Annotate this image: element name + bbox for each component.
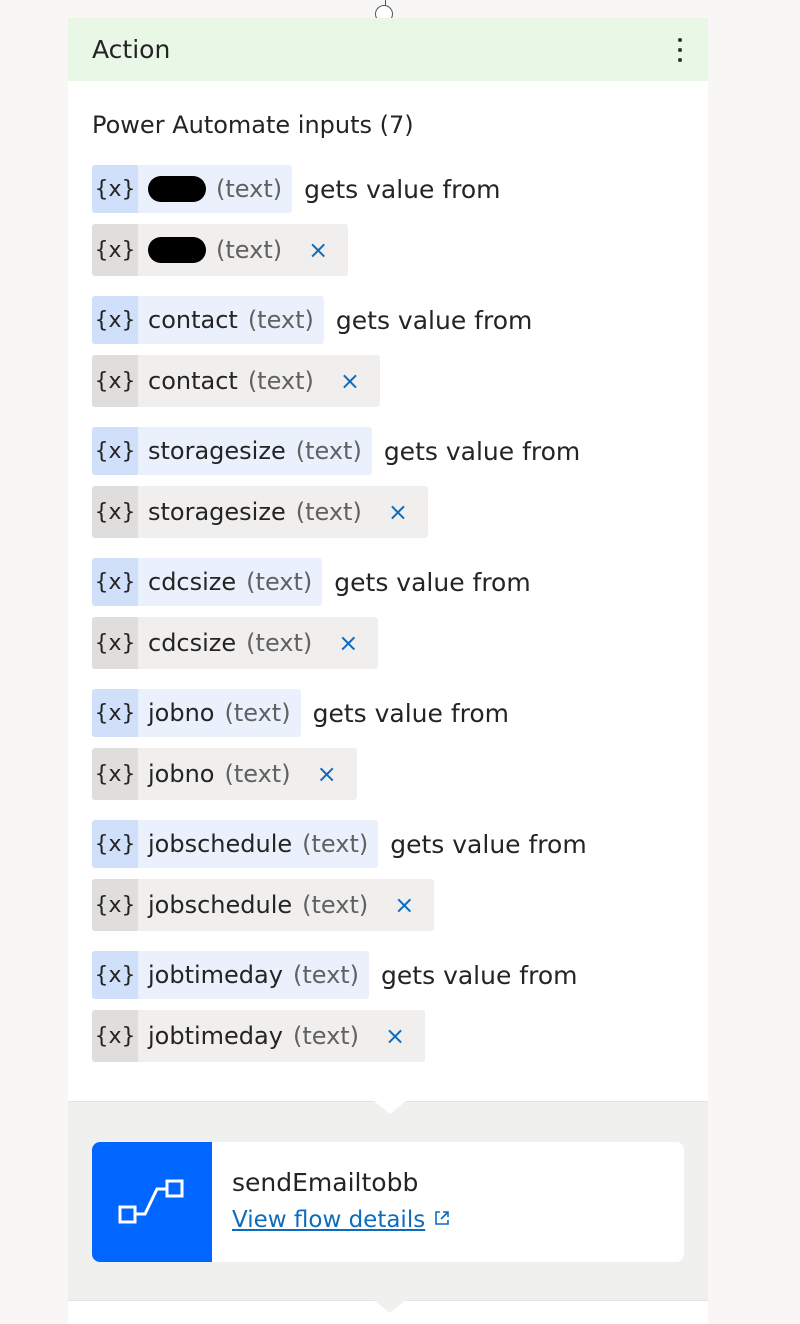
input-variable-chip: {x} cdcsize (text) xyxy=(92,558,323,606)
close-icon[interactable]: × xyxy=(317,762,337,786)
card-title: Action xyxy=(92,35,171,64)
gets-value-label: gets value from xyxy=(383,436,581,466)
variable-icon: {x} xyxy=(92,820,138,868)
source-variable-chip[interactable]: {x} contact (text) × xyxy=(92,355,381,407)
variable-name: jobtimeday xyxy=(148,961,283,989)
variable-icon: {x} xyxy=(92,296,138,344)
variable-type: (text) xyxy=(295,437,362,465)
gets-value-label: gets value from xyxy=(335,305,533,335)
variable-name: jobtimeday xyxy=(148,1022,283,1050)
variable-type: (text) xyxy=(247,306,314,334)
gets-value-label: gets value from xyxy=(390,829,587,859)
flow-card[interactable]: sendEmailtobb View flow details xyxy=(92,1142,684,1262)
variable-name: cdcsize xyxy=(148,629,237,657)
input-mapping: {x} storagesize (text) gets value from {… xyxy=(92,427,587,558)
variable-name: contact xyxy=(148,367,238,395)
variable-name: jobno xyxy=(148,760,215,788)
gets-value-label: gets value from xyxy=(381,960,578,990)
close-icon[interactable]: × xyxy=(308,238,328,262)
variable-type: (text) xyxy=(216,236,283,264)
input-variable-chip: {x} storagesize (text) xyxy=(92,427,372,475)
variable-icon: {x} xyxy=(92,689,138,737)
external-link-icon xyxy=(433,1207,451,1233)
variable-type: (text) xyxy=(247,367,314,395)
redacted-name xyxy=(148,237,206,263)
card-header: Action xyxy=(68,18,708,81)
gets-value-label: gets value from xyxy=(312,698,510,728)
source-variable-chip[interactable]: {x} cdcsize (text) × xyxy=(92,617,379,669)
variable-type: (text) xyxy=(292,1022,360,1050)
input-mapping: {x} cdcsize (text) gets value from {x} c… xyxy=(92,558,587,689)
close-icon[interactable]: × xyxy=(388,500,408,524)
variable-name: contact xyxy=(148,306,238,334)
variable-type: (text) xyxy=(302,830,369,858)
variable-name: jobno xyxy=(148,699,215,727)
more-vertical-icon[interactable] xyxy=(670,38,690,62)
variable-icon: {x} xyxy=(92,748,138,800)
input-variable-chip: {x} jobno (text) xyxy=(92,689,301,737)
variable-type: (text) xyxy=(295,498,362,526)
variable-type: (text) xyxy=(302,891,369,919)
input-variable-chip: {x} jobtimeday (text) xyxy=(92,951,370,999)
source-variable-chip[interactable]: {x} (text) × xyxy=(92,224,349,276)
variable-name: storagesize xyxy=(148,498,286,526)
variable-icon: {x} xyxy=(92,617,138,669)
action-card: Action Power Automate inputs (7) {x} (te… xyxy=(68,18,708,1324)
variable-icon: {x} xyxy=(92,951,138,999)
input-mapping: {x} contact (text) gets value from {x} c… xyxy=(92,296,587,427)
variable-type: (text) xyxy=(216,175,283,203)
input-mapping: {x} jobschedule (text) gets value from {… xyxy=(92,820,587,951)
input-mapping: {x} (text) gets value from {x} (text) × xyxy=(92,165,587,296)
variable-type: (text) xyxy=(224,760,291,788)
flow-name: sendEmailtobb xyxy=(232,1168,419,1197)
variable-type: (text) xyxy=(246,629,313,657)
close-icon[interactable]: × xyxy=(338,631,358,655)
notch-arrow xyxy=(374,1300,406,1313)
variable-icon: {x} xyxy=(92,427,138,475)
flow-icon xyxy=(92,1142,212,1262)
variable-name: jobschedule xyxy=(148,891,293,919)
view-flow-details-label: View flow details xyxy=(232,1207,426,1233)
input-variable-chip: {x} (text) xyxy=(92,165,293,213)
variable-icon: {x} xyxy=(92,1010,138,1062)
variable-icon: {x} xyxy=(92,879,138,931)
variable-name: jobschedule xyxy=(148,830,293,858)
variable-type: (text) xyxy=(292,961,360,989)
input-mapping: {x} jobno (text) gets value from {x} job… xyxy=(92,689,587,820)
flow-section: sendEmailtobb View flow details xyxy=(68,1101,708,1301)
input-mapping: {x} jobtimeday (text) gets value from {x… xyxy=(92,951,587,1082)
variable-icon: {x} xyxy=(92,224,138,276)
close-icon[interactable]: × xyxy=(385,1024,405,1048)
variable-name: storagesize xyxy=(148,437,286,465)
variable-type: (text) xyxy=(224,699,291,727)
notch-arrow xyxy=(374,1101,406,1114)
input-variable-chip: {x} contact (text) xyxy=(92,296,324,344)
variable-icon: {x} xyxy=(92,165,138,213)
input-variable-chip: {x} jobschedule (text) xyxy=(92,820,379,868)
input-mapping-list: {x} (text) gets value from {x} (text) × xyxy=(92,165,587,1082)
source-variable-chip[interactable]: {x} jobtimeday (text) × xyxy=(92,1010,426,1062)
source-variable-chip[interactable]: {x} jobschedule (text) × xyxy=(92,879,435,931)
variable-icon: {x} xyxy=(92,486,138,538)
source-variable-chip[interactable]: {x} storagesize (text) × xyxy=(92,486,428,538)
variable-type: (text) xyxy=(246,568,313,596)
variable-icon: {x} xyxy=(92,558,138,606)
gets-value-label: gets value from xyxy=(334,567,531,597)
source-variable-chip[interactable]: {x} jobno (text) × xyxy=(92,748,357,800)
view-flow-details-link[interactable]: View flow details xyxy=(232,1207,451,1233)
inputs-title: Power Automate inputs (7) xyxy=(92,111,414,139)
variable-icon: {x} xyxy=(92,355,138,407)
redacted-name xyxy=(148,176,206,202)
gets-value-label: gets value from xyxy=(304,174,501,204)
close-icon[interactable]: × xyxy=(340,369,360,393)
variable-name: cdcsize xyxy=(148,568,237,596)
close-icon[interactable]: × xyxy=(394,893,414,917)
